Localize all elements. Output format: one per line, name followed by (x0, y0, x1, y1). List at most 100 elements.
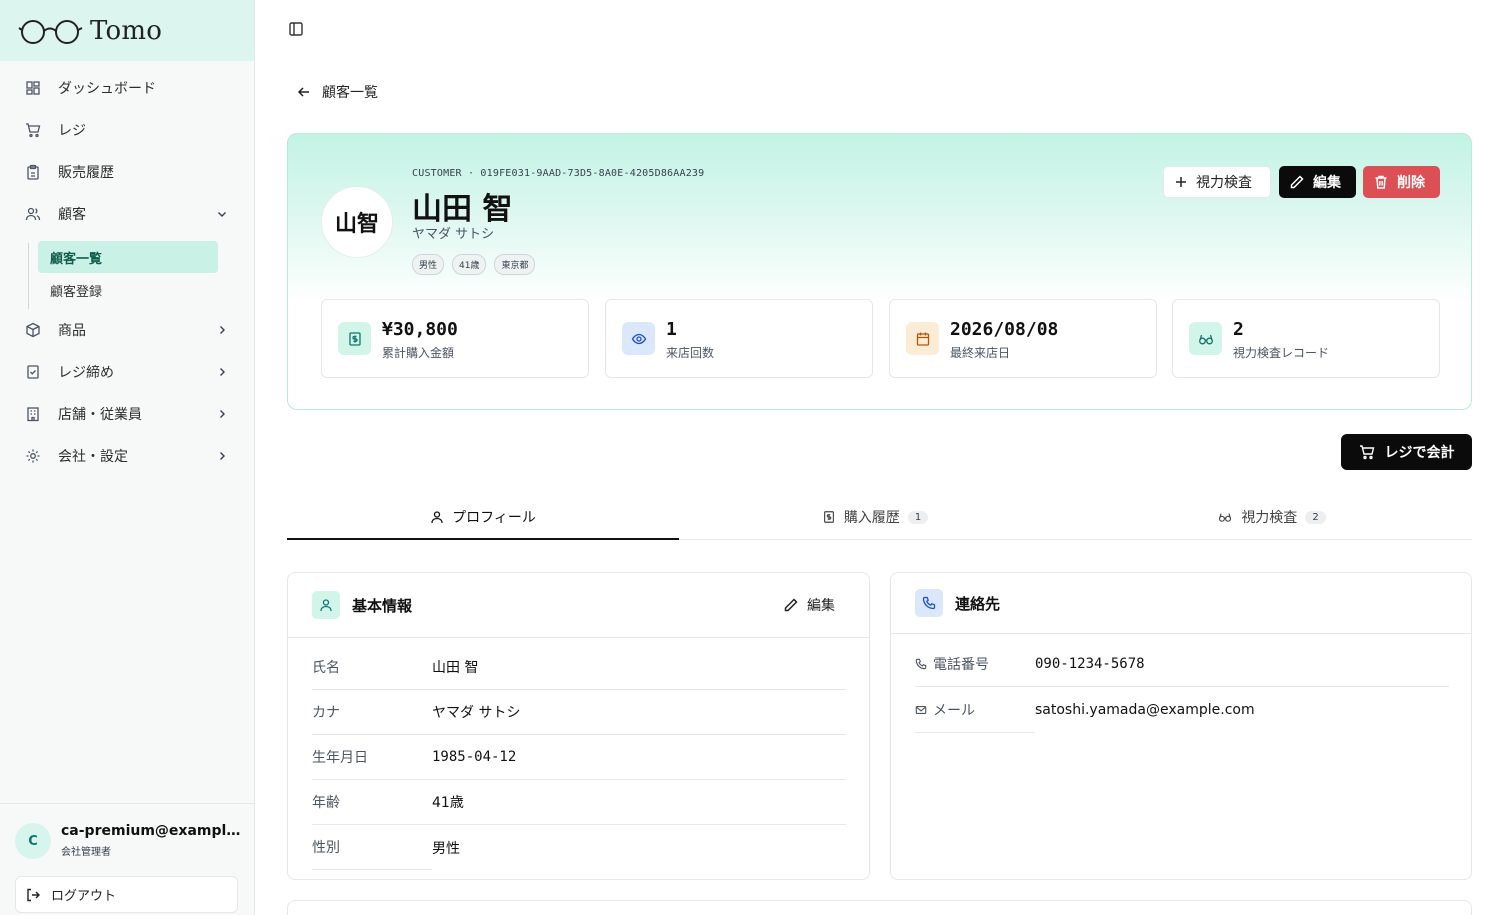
stat-label: 累計購入金額 (382, 346, 455, 360)
delete-customer-button[interactable]: 削除 (1363, 166, 1440, 198)
stat-label: 視力検査レコード (1233, 346, 1330, 360)
clipboard-icon (16, 164, 50, 180)
sidebar-item-register-close[interactable]: レジ締め (22, 355, 236, 389)
add-eye-test-label: 視力検査 (1196, 175, 1252, 191)
sidebar-item-sales-history[interactable]: 販売履歴 (22, 155, 236, 189)
pencil-icon (1289, 174, 1305, 190)
customer-header-card: 山智 CUSTOMER · 019FE031-9AAD-73D5-8A0E-42… (287, 133, 1472, 410)
eye-icon (622, 322, 655, 355)
edit-label: 編集 (807, 598, 835, 614)
sidebar-subitem-customer-list[interactable]: 顧客一覧 (38, 241, 218, 273)
chevron-right-icon (216, 450, 228, 462)
cart-icon (16, 122, 50, 138)
contact-header: 連絡先 (891, 573, 1471, 634)
glasses-logo-icon (18, 19, 83, 44)
info-row-gender: 性別 男性 (312, 825, 846, 870)
receipt-icon (338, 322, 371, 355)
info-value: 41歳 (432, 780, 846, 825)
contact-title: 連絡先 (955, 594, 1001, 613)
back-link[interactable]: 顧客一覧 (296, 82, 378, 102)
contact-label-text: 電話番号 (933, 656, 989, 673)
dashboard-icon (16, 80, 50, 96)
user-icon (430, 510, 444, 524)
info-value: 1985-04-12 (432, 735, 846, 780)
sidebar-item-products[interactable]: 商品 (22, 313, 236, 347)
basic-info-title: 基本情報 (352, 596, 413, 615)
customer-tabs: プロフィール 購入履歴 1 視力検査 2 (287, 495, 1472, 540)
info-label: 年齢 (312, 780, 432, 825)
basic-info-card: 基本情報 編集 氏名 山田 智 カナ ヤマダ サトシ 生年月日 1985-04-… (287, 572, 870, 880)
edit-customer-button[interactable]: 編集 (1279, 166, 1356, 198)
info-value: ヤマダ サトシ (432, 690, 846, 735)
checkout-label: レジで会計 (1384, 445, 1455, 461)
customer-avatar: 山智 (321, 186, 393, 258)
brand[interactable]: Tomo (0, 0, 254, 61)
phone-icon (915, 589, 943, 617)
checkout-at-register-button[interactable]: レジで会計 (1341, 434, 1472, 470)
arrow-left-icon (296, 84, 312, 100)
chevron-right-icon (216, 324, 228, 336)
logout-button[interactable]: ログアウト (15, 876, 238, 913)
sidebar-item-register[interactable]: レジ (22, 113, 236, 147)
phone-value[interactable]: 090-1234-5678 (1035, 641, 1449, 687)
delete-label: 削除 (1397, 175, 1425, 191)
info-label: 生年月日 (312, 735, 432, 780)
contact-label-text: メール (933, 702, 975, 719)
cart-icon (1359, 444, 1375, 460)
stat-visit-count: 1 来店回数 (605, 299, 873, 378)
submenu-divider (28, 243, 29, 309)
stat-total-purchase: ¥30,800 累計購入金額 (321, 299, 589, 378)
gear-icon (16, 448, 50, 464)
sidebar-item-stores-staff[interactable]: 店舗・従業員 (22, 397, 236, 431)
trash-icon (1373, 174, 1389, 190)
tab-profile[interactable]: プロフィール (287, 495, 679, 540)
sidebar-item-customers[interactable]: 顧客 (22, 197, 236, 231)
users-icon (16, 206, 50, 222)
app-name: Tomo (90, 15, 163, 46)
tab-count-badge: 2 (1305, 510, 1326, 524)
pencil-icon (783, 597, 799, 613)
info-row-age: 年齢 41歳 (312, 780, 846, 825)
contact-label: 電話番号 (915, 641, 1035, 687)
info-row-birthdate: 生年月日 1985-04-12 (312, 735, 846, 780)
sidebar-subitem-customer-register[interactable]: 顧客登録 (38, 274, 218, 306)
stat-value: 2026/08/08 (950, 319, 1059, 340)
tab-eye-test[interactable]: 視力検査 2 (1071, 495, 1472, 539)
contact-row-email: メール satoshi.yamada@example.com (915, 687, 1449, 733)
avatar[interactable]: C (15, 823, 51, 859)
edit-label: 編集 (1313, 175, 1341, 191)
stat-value: ¥30,800 (382, 319, 458, 340)
sidebar-item-label: 店舗・従業員 (58, 407, 142, 423)
customer-name: 山田 智 (412, 192, 513, 227)
add-eye-test-button[interactable]: 視力検査 (1163, 166, 1271, 198)
basic-info-header: 基本情報 編集 (288, 573, 869, 638)
tag-age: 41歳 (452, 254, 487, 275)
tab-count-badge: 1 (907, 510, 929, 524)
chevron-down-icon (216, 208, 228, 220)
sidebar: Tomo ダッシュボード レジ 販売履歴 顧客 顧客一覧 顧客登録 商品 レジ締… (0, 0, 255, 915)
panel-left-icon (287, 20, 305, 38)
tab-purchase-history[interactable]: 購入履歴 1 (679, 495, 1071, 539)
plus-icon (1174, 175, 1188, 189)
logout-label: ログアウト (51, 889, 117, 904)
additional-card (287, 900, 1472, 915)
calendar-icon (906, 322, 939, 355)
sidebar-item-company-settings[interactable]: 会社・設定 (22, 439, 236, 473)
contact-label: メール (915, 687, 1035, 733)
glasses-icon (1217, 510, 1233, 524)
receipt-icon (822, 510, 836, 524)
info-label: 氏名 (312, 645, 432, 690)
tab-label: 視力検査 (1241, 510, 1298, 526)
edit-basic-info-button[interactable]: 編集 (783, 595, 835, 615)
info-value: 山田 智 (432, 645, 846, 690)
info-row-kana: カナ ヤマダ サトシ (312, 690, 846, 735)
email-value[interactable]: satoshi.yamada@example.com (1035, 687, 1449, 733)
tag-gender: 男性 (412, 254, 445, 275)
sidebar-toggle-button[interactable] (287, 20, 305, 38)
sidebar-item-label: レジ締め (58, 365, 114, 381)
sidebar-item-label: 顧客 (58, 207, 86, 223)
info-label: カナ (312, 690, 432, 735)
sidebar-item-dashboard[interactable]: ダッシュボード (22, 71, 236, 105)
info-row-name: 氏名 山田 智 (312, 645, 846, 690)
user-role: 会社管理者 (61, 847, 111, 858)
